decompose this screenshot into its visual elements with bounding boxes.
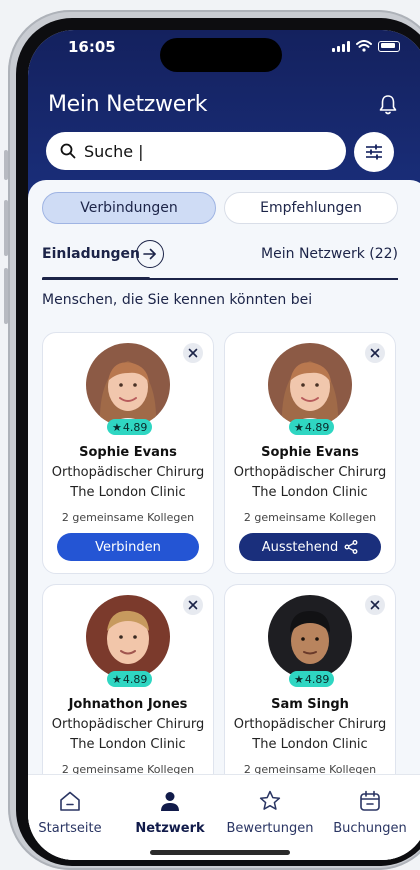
person-clinic: The London Clinic bbox=[70, 737, 186, 752]
tab-active-indicator bbox=[42, 277, 150, 280]
star-icon: ★ bbox=[294, 420, 304, 434]
search-icon bbox=[60, 143, 76, 159]
dynamic-island bbox=[160, 38, 282, 72]
tab-invitations[interactable]: Einladungen bbox=[42, 246, 140, 262]
close-icon bbox=[188, 600, 198, 610]
person-name: Johnathon Jones bbox=[68, 697, 188, 712]
pending-button[interactable]: Ausstehend bbox=[239, 533, 381, 561]
dismiss-button[interactable] bbox=[183, 595, 203, 615]
dismiss-button[interactable] bbox=[183, 343, 203, 363]
rating-value: 4.89 bbox=[122, 672, 148, 686]
status-icons bbox=[332, 40, 400, 52]
person-role: Orthopädischer Chirurg bbox=[51, 717, 205, 732]
mutual-colleagues: 2 gemeinsame Kollegen bbox=[243, 511, 377, 524]
search-input[interactable]: Suche | bbox=[46, 132, 346, 170]
star-icon: ★ bbox=[112, 672, 122, 686]
star-icon: ★ bbox=[112, 420, 122, 434]
wifi-icon bbox=[356, 40, 372, 52]
side-button bbox=[4, 200, 8, 256]
mutual-colleagues: 2 gemeinsame Kollegen bbox=[61, 511, 195, 524]
person-card[interactable]: ★ 4.89 Sophie Evans Orthopädischer Chirur… bbox=[42, 332, 214, 574]
rating-value: 4.89 bbox=[304, 420, 330, 434]
person-role: Orthopädischer Chirurg bbox=[51, 465, 205, 480]
person-name: Sophie Evans bbox=[261, 445, 359, 460]
nav-home[interactable]: Startseite bbox=[28, 789, 120, 836]
avatar bbox=[268, 595, 352, 679]
arrow-right-button[interactable] bbox=[136, 240, 164, 268]
dismiss-button[interactable] bbox=[365, 595, 385, 615]
segment-recommendations[interactable]: Empfehlungen bbox=[224, 192, 398, 224]
person-clinic: The London Clinic bbox=[252, 485, 368, 500]
signal-icon bbox=[332, 40, 350, 52]
share-icon bbox=[344, 540, 358, 554]
person-role: Orthopädischer Chirurg bbox=[233, 465, 387, 480]
rating-value: 4.89 bbox=[304, 672, 330, 686]
avatar bbox=[86, 343, 170, 427]
rating-badge: ★ 4.89 bbox=[289, 419, 335, 435]
bottom-nav: Startseite Netzwerk Bewertungen Buchunge… bbox=[28, 774, 420, 860]
star-icon: ★ bbox=[294, 672, 304, 686]
pending-label: Ausstehend bbox=[261, 539, 339, 555]
close-icon bbox=[188, 348, 198, 358]
nav-reviews-label: Bewertungen bbox=[226, 821, 314, 836]
connect-button[interactable]: Verbinden bbox=[57, 533, 199, 561]
filter-button[interactable] bbox=[354, 132, 394, 172]
star-outline-icon bbox=[259, 790, 281, 810]
rating-value: 4.89 bbox=[122, 420, 148, 434]
rating-badge: ★ 4.89 bbox=[107, 671, 153, 687]
search-value: Suche | bbox=[84, 141, 144, 161]
calendar-icon bbox=[360, 790, 380, 811]
home-icon bbox=[60, 791, 80, 811]
side-button bbox=[4, 268, 8, 324]
nav-bookings-label: Buchungen bbox=[333, 821, 407, 836]
app-screen: 16:05 Mein Netzwerk Suche | Verbindungen… bbox=[28, 30, 420, 860]
status-time: 16:05 bbox=[68, 38, 116, 56]
content-sheet: Verbindungen Empfehlungen Einladungen Me… bbox=[28, 180, 420, 860]
home-indicator bbox=[150, 850, 290, 855]
person-name: Sam Singh bbox=[271, 697, 349, 712]
nav-network[interactable]: Netzwerk bbox=[120, 789, 220, 836]
arrow-right-icon bbox=[143, 248, 156, 260]
section-heading: Menschen, die Sie kennen könnten bei bbox=[42, 292, 313, 308]
segment-connections[interactable]: Verbindungen bbox=[42, 192, 216, 224]
rating-badge: ★ 4.89 bbox=[107, 419, 153, 435]
avatar bbox=[268, 343, 352, 427]
person-name: Sophie Evans bbox=[79, 445, 177, 460]
close-icon bbox=[370, 348, 380, 358]
battery-icon bbox=[378, 40, 400, 52]
rating-badge: ★ 4.89 bbox=[289, 671, 335, 687]
tab-my-network[interactable]: Mein Netzwerk (22) bbox=[261, 246, 398, 262]
person-icon bbox=[161, 792, 179, 811]
nav-reviews[interactable]: Bewertungen bbox=[220, 789, 320, 836]
nav-bookings[interactable]: Buchungen bbox=[320, 789, 420, 836]
person-clinic: The London Clinic bbox=[70, 485, 186, 500]
person-role: Orthopädischer Chirurg bbox=[233, 717, 387, 732]
person-clinic: The London Clinic bbox=[252, 737, 368, 752]
avatar bbox=[86, 595, 170, 679]
bell-icon[interactable] bbox=[378, 94, 398, 116]
sliders-icon bbox=[366, 144, 382, 160]
page-title: Mein Netzwerk bbox=[48, 92, 208, 117]
person-card[interactable]: ★ 4.89 Sophie Evans Orthopädischer Chirur… bbox=[224, 332, 396, 574]
dismiss-button[interactable] bbox=[365, 343, 385, 363]
side-button bbox=[4, 150, 8, 180]
nav-home-label: Startseite bbox=[38, 821, 102, 836]
close-icon bbox=[370, 600, 380, 610]
nav-network-label: Netzwerk bbox=[135, 821, 205, 836]
tabs-row: Einladungen Mein Netzwerk (22) bbox=[42, 240, 398, 280]
